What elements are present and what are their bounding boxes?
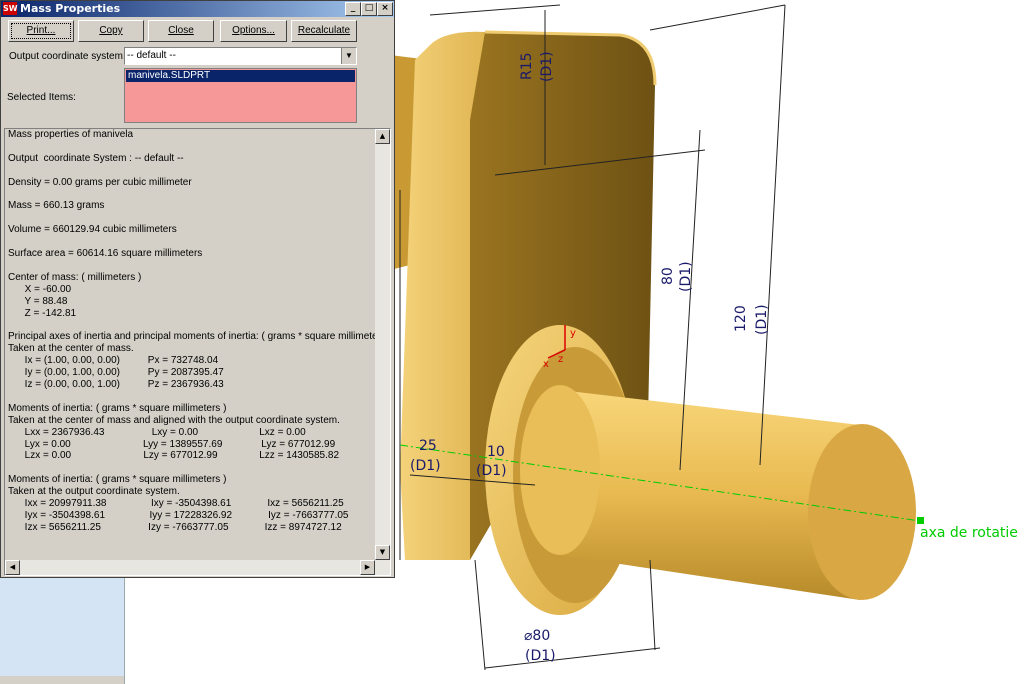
results-line — [8, 165, 372, 177]
results-line: Moments of inertia: ( grams * square mil… — [8, 402, 227, 414]
status-bar — [0, 676, 124, 684]
triad-x-label: x — [543, 359, 549, 370]
results-line — [8, 391, 372, 403]
list-item[interactable]: manivela.SLDPRT — [126, 70, 355, 82]
dim-dia80: ⌀80 — [524, 628, 550, 644]
results-text: Mass properties of manivela Output coord… — [8, 129, 391, 534]
dim-80: 80 — [660, 267, 676, 285]
results-line: Iyx = -3504398.61 Iyy = 17228326.92 Iyz … — [8, 510, 349, 521]
results-text-area[interactable]: Mass properties of manivela Output coord… — [4, 128, 391, 576]
scroll-down-icon[interactable]: ▼ — [375, 545, 390, 560]
dim-r15: R15 — [519, 52, 535, 80]
dim-120: 120 — [733, 305, 749, 332]
recalculate-button[interactable]: Recalculate — [291, 20, 357, 42]
print-button[interactable]: Print... — [8, 20, 74, 42]
results-line — [8, 462, 372, 474]
coord-system-value: -- default -- — [127, 50, 176, 61]
copy-button[interactable]: Copy — [78, 20, 144, 42]
results-line: Z = -142.81 — [8, 307, 77, 319]
results-line: Center of mass: ( millimeters ) — [8, 271, 142, 283]
results-line: Mass = 660.13 grams — [8, 200, 105, 212]
results-line: Density = 0.00 grams per cubic millimete… — [8, 176, 192, 188]
results-line: Taken at the center of mass and aligned … — [8, 414, 340, 426]
results-line: Mass properties of manivela — [8, 129, 134, 140]
options-button[interactable]: Options... — [220, 20, 287, 42]
results-line: Lyx = 0.00 Lyy = 1389557.69 Lyz = 677012… — [8, 438, 336, 450]
feature-manager-panel[interactable] — [0, 576, 125, 684]
scroll-up-icon[interactable]: ▲ — [375, 129, 390, 144]
close-button[interactable]: Close — [148, 20, 214, 42]
minimize-button[interactable]: _ — [345, 2, 361, 16]
scroll-left-icon[interactable]: ◀ — [5, 560, 20, 575]
vertical-scrollbar[interactable]: ▲ ▼ — [375, 129, 390, 560]
horizontal-scrollbar[interactable]: ◀ ▶ — [5, 560, 390, 575]
close-window-button[interactable]: × — [377, 2, 393, 16]
app-logo-icon: SW — [3, 2, 18, 15]
dim-r15-d1: (D1) — [539, 51, 555, 82]
results-line: Lzx = 0.00 Lzy = 677012.99 Lzz = 1430585… — [8, 450, 340, 462]
triad-z-label: z — [558, 354, 563, 365]
results-line — [8, 260, 372, 272]
dim-120-d1: (D1) — [754, 304, 770, 335]
results-line: Ixx = 20997911.38 Ixy = -3504398.61 Ixz … — [8, 498, 344, 510]
results-line: Taken at the output coordinate system. — [8, 486, 180, 498]
results-line — [8, 189, 372, 201]
chevron-down-icon[interactable]: ▼ — [341, 48, 356, 64]
dim-25: 25 — [419, 438, 437, 454]
selected-items-label: Selected Items: — [7, 92, 76, 103]
dim-dia80-d1: (D1) — [525, 648, 556, 664]
dim-10: 10 — [487, 444, 505, 460]
dim-25-d1: (D1) — [410, 458, 441, 474]
results-line — [8, 320, 372, 332]
results-line: Moments of inertia: ( grams * square mil… — [8, 474, 227, 486]
mass-properties-dialog[interactable]: SW Mass Properties _ □ × Print... Copy C… — [0, 0, 395, 578]
results-line: Iy = (0.00, 1.00, 0.00) Py = 2087395.47 — [8, 367, 224, 379]
results-line: Taken at the center of mass. — [8, 343, 134, 355]
results-line: Y = 88.48 — [8, 295, 68, 307]
axis-endpoint-handle[interactable] — [917, 517, 924, 524]
results-line — [8, 236, 372, 248]
selected-items-list[interactable]: manivela.SLDPRT — [124, 68, 357, 123]
results-line: Output coordinate System : -- default -- — [8, 152, 184, 164]
title-bar[interactable]: SW Mass Properties _ □ × — [1, 1, 394, 17]
window-title: Mass Properties — [20, 2, 121, 15]
triad-y-label: y — [570, 328, 576, 339]
results-line: X = -60.00 — [8, 283, 72, 295]
results-line: Lxx = 2367936.43 Lxy = 0.00 Lxz = 0.00 — [8, 426, 306, 438]
results-line: Surface area = 60614.16 square millimete… — [8, 248, 203, 260]
axis-label: axa de rotatie — [920, 525, 1018, 541]
results-line: Volume = 660129.94 cubic millimeters — [8, 224, 177, 236]
results-line: Izx = 5656211.25 Izy = -7663777.05 Izz =… — [8, 521, 342, 533]
results-line: Iz = (0.00, 0.00, 1.00) Pz = 2367936.43 — [8, 379, 224, 391]
results-line: Ix = (1.00, 0.00, 0.00) Px = 732748.04 — [8, 355, 219, 367]
results-line — [8, 212, 372, 224]
dim-10-d1: (D1) — [476, 463, 507, 479]
coord-system-select[interactable]: -- default -- ▼ — [124, 47, 357, 65]
results-line — [8, 141, 372, 153]
coord-system-label: Output coordinate system: — [9, 51, 126, 62]
maximize-button[interactable]: □ — [361, 2, 377, 16]
dim-80-d1: (D1) — [678, 261, 694, 292]
results-line: Principal axes of inertia and principal … — [8, 331, 391, 343]
scroll-right-icon[interactable]: ▶ — [360, 560, 375, 575]
